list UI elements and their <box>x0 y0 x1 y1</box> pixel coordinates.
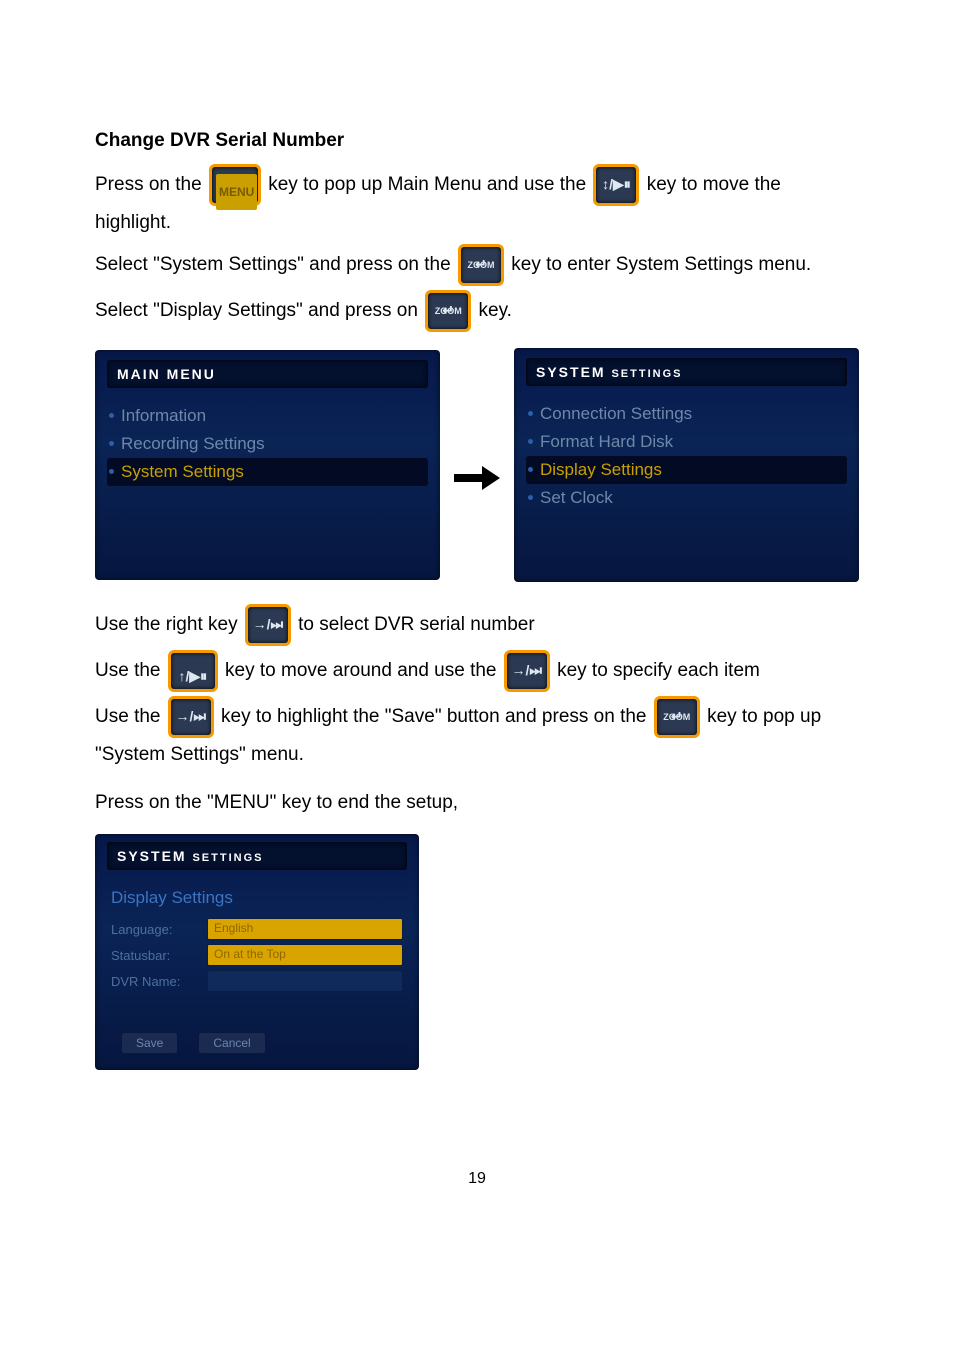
key-glyph: ↵ <box>461 247 501 281</box>
right-key-icon: →/⏭ <box>245 604 291 646</box>
menu-item: Connection Settings <box>526 400 847 428</box>
page-title: Change DVR Serial Number <box>95 130 859 152</box>
updown-key-icon: ↑/▶⏸ <box>168 650 218 692</box>
header-part: SETTINGS <box>611 368 682 380</box>
instruction-3: Select "Display Settings" and press on Z… <box>95 290 859 332</box>
key-glyph: →/⏭ <box>171 699 211 733</box>
menu-key-icon: MENU <box>209 164 261 206</box>
zoom-key-icon: ZOOM ↵ <box>654 696 700 738</box>
text-seg: Use the <box>95 660 160 681</box>
settings-row: Statusbar: On at the Top <box>107 942 407 968</box>
text-seg: Select "Display Settings" and press on <box>95 300 418 321</box>
key-glyph: ↵ <box>657 699 697 733</box>
instruction-7: Press on the "MENU" key to end the setup… <box>95 786 859 820</box>
zoom-key-icon: ZOOM ↵ <box>425 290 471 332</box>
text-seg: key to enter System Settings menu. <box>511 254 811 275</box>
text-seg: Use the right key <box>95 614 238 635</box>
key-glyph: ↵ <box>428 293 468 327</box>
settings-row: Language: English <box>107 916 407 942</box>
text-seg: key to highlight the "Save" button and p… <box>221 706 646 727</box>
instruction-6: Use the →/⏭ key to highlight the "Save" … <box>95 696 859 772</box>
page-number: 19 <box>95 1170 859 1188</box>
instruction-2: Select "System Settings" and press on th… <box>95 244 859 286</box>
menu-item: Information <box>107 402 428 430</box>
menu-item-highlighted: System Settings <box>107 458 428 486</box>
display-settings-panel: SYSTEM SETTINGS Display Settings Languag… <box>95 834 419 1070</box>
zoom-key-icon: ZOOM ↵ <box>458 244 504 286</box>
panel-header: MAIN MENU <box>107 360 428 388</box>
header-part: SYSTEM <box>536 364 606 380</box>
setting-value <box>207 970 403 992</box>
text-seg: Press on the <box>95 174 202 195</box>
panel-header: SYSTEM SETTINGS <box>526 358 847 386</box>
arrow-right-icon <box>454 433 500 497</box>
header-part: SETTINGS <box>192 852 263 864</box>
section-title: Display Settings <box>107 884 407 916</box>
instruction-1: Press on the MENU key to pop up Main Men… <box>95 164 859 240</box>
panel-header: SYSTEM SETTINGS <box>107 842 407 870</box>
main-menu-panel: MAIN MENU Information Recording Settings… <box>95 350 440 580</box>
setting-value: English <box>207 918 403 940</box>
text-seg: key to specify each item <box>557 660 760 681</box>
key-glyph: →/⏭ <box>507 653 547 687</box>
save-button: Save <box>121 1032 178 1054</box>
menu-item: Set Clock <box>526 484 847 512</box>
menu-item: Format Hard Disk <box>526 428 847 456</box>
key-glyph: →/⏭ <box>248 607 288 641</box>
instruction-4: Use the right key →/⏭ to select DVR seri… <box>95 604 859 646</box>
settings-row: DVR Name: <box>107 968 407 994</box>
setting-label: Language: <box>111 922 207 937</box>
menu-item-highlighted: Display Settings <box>526 456 847 484</box>
cancel-button: Cancel <box>198 1032 265 1054</box>
setting-label: DVR Name: <box>111 974 207 989</box>
setting-value: On at the Top <box>207 944 403 966</box>
right-key-icon: →/⏭ <box>504 650 550 692</box>
text-seg: key to move around and use the <box>225 660 496 681</box>
key-glyph: ↕/▶⏸ <box>596 167 636 201</box>
header-part: SYSTEM <box>117 848 187 864</box>
key-label: MENU <box>216 174 257 210</box>
text-seg: Use the <box>95 706 160 727</box>
right-key-icon: →/⏭ <box>168 696 214 738</box>
text-seg: to select DVR serial number <box>298 614 535 635</box>
instruction-5: Use the ↑/▶⏸ key to move around and use … <box>95 650 859 692</box>
setting-label: Statusbar: <box>111 948 207 963</box>
button-row: Save Cancel <box>107 1032 407 1054</box>
menu-screenshots-row: MAIN MENU Information Recording Settings… <box>95 348 859 582</box>
text-seg: Select "System Settings" and press on th… <box>95 254 451 275</box>
text-seg: key. <box>479 300 512 321</box>
text-seg: key to pop up Main Menu and use the <box>268 174 586 195</box>
key-glyph: ↑/▶⏸ <box>171 659 215 693</box>
updown-key-icon: ↕/▶⏸ <box>593 164 639 206</box>
system-settings-panel: SYSTEM SETTINGS Connection Settings Form… <box>514 348 859 582</box>
menu-item: Recording Settings <box>107 430 428 458</box>
